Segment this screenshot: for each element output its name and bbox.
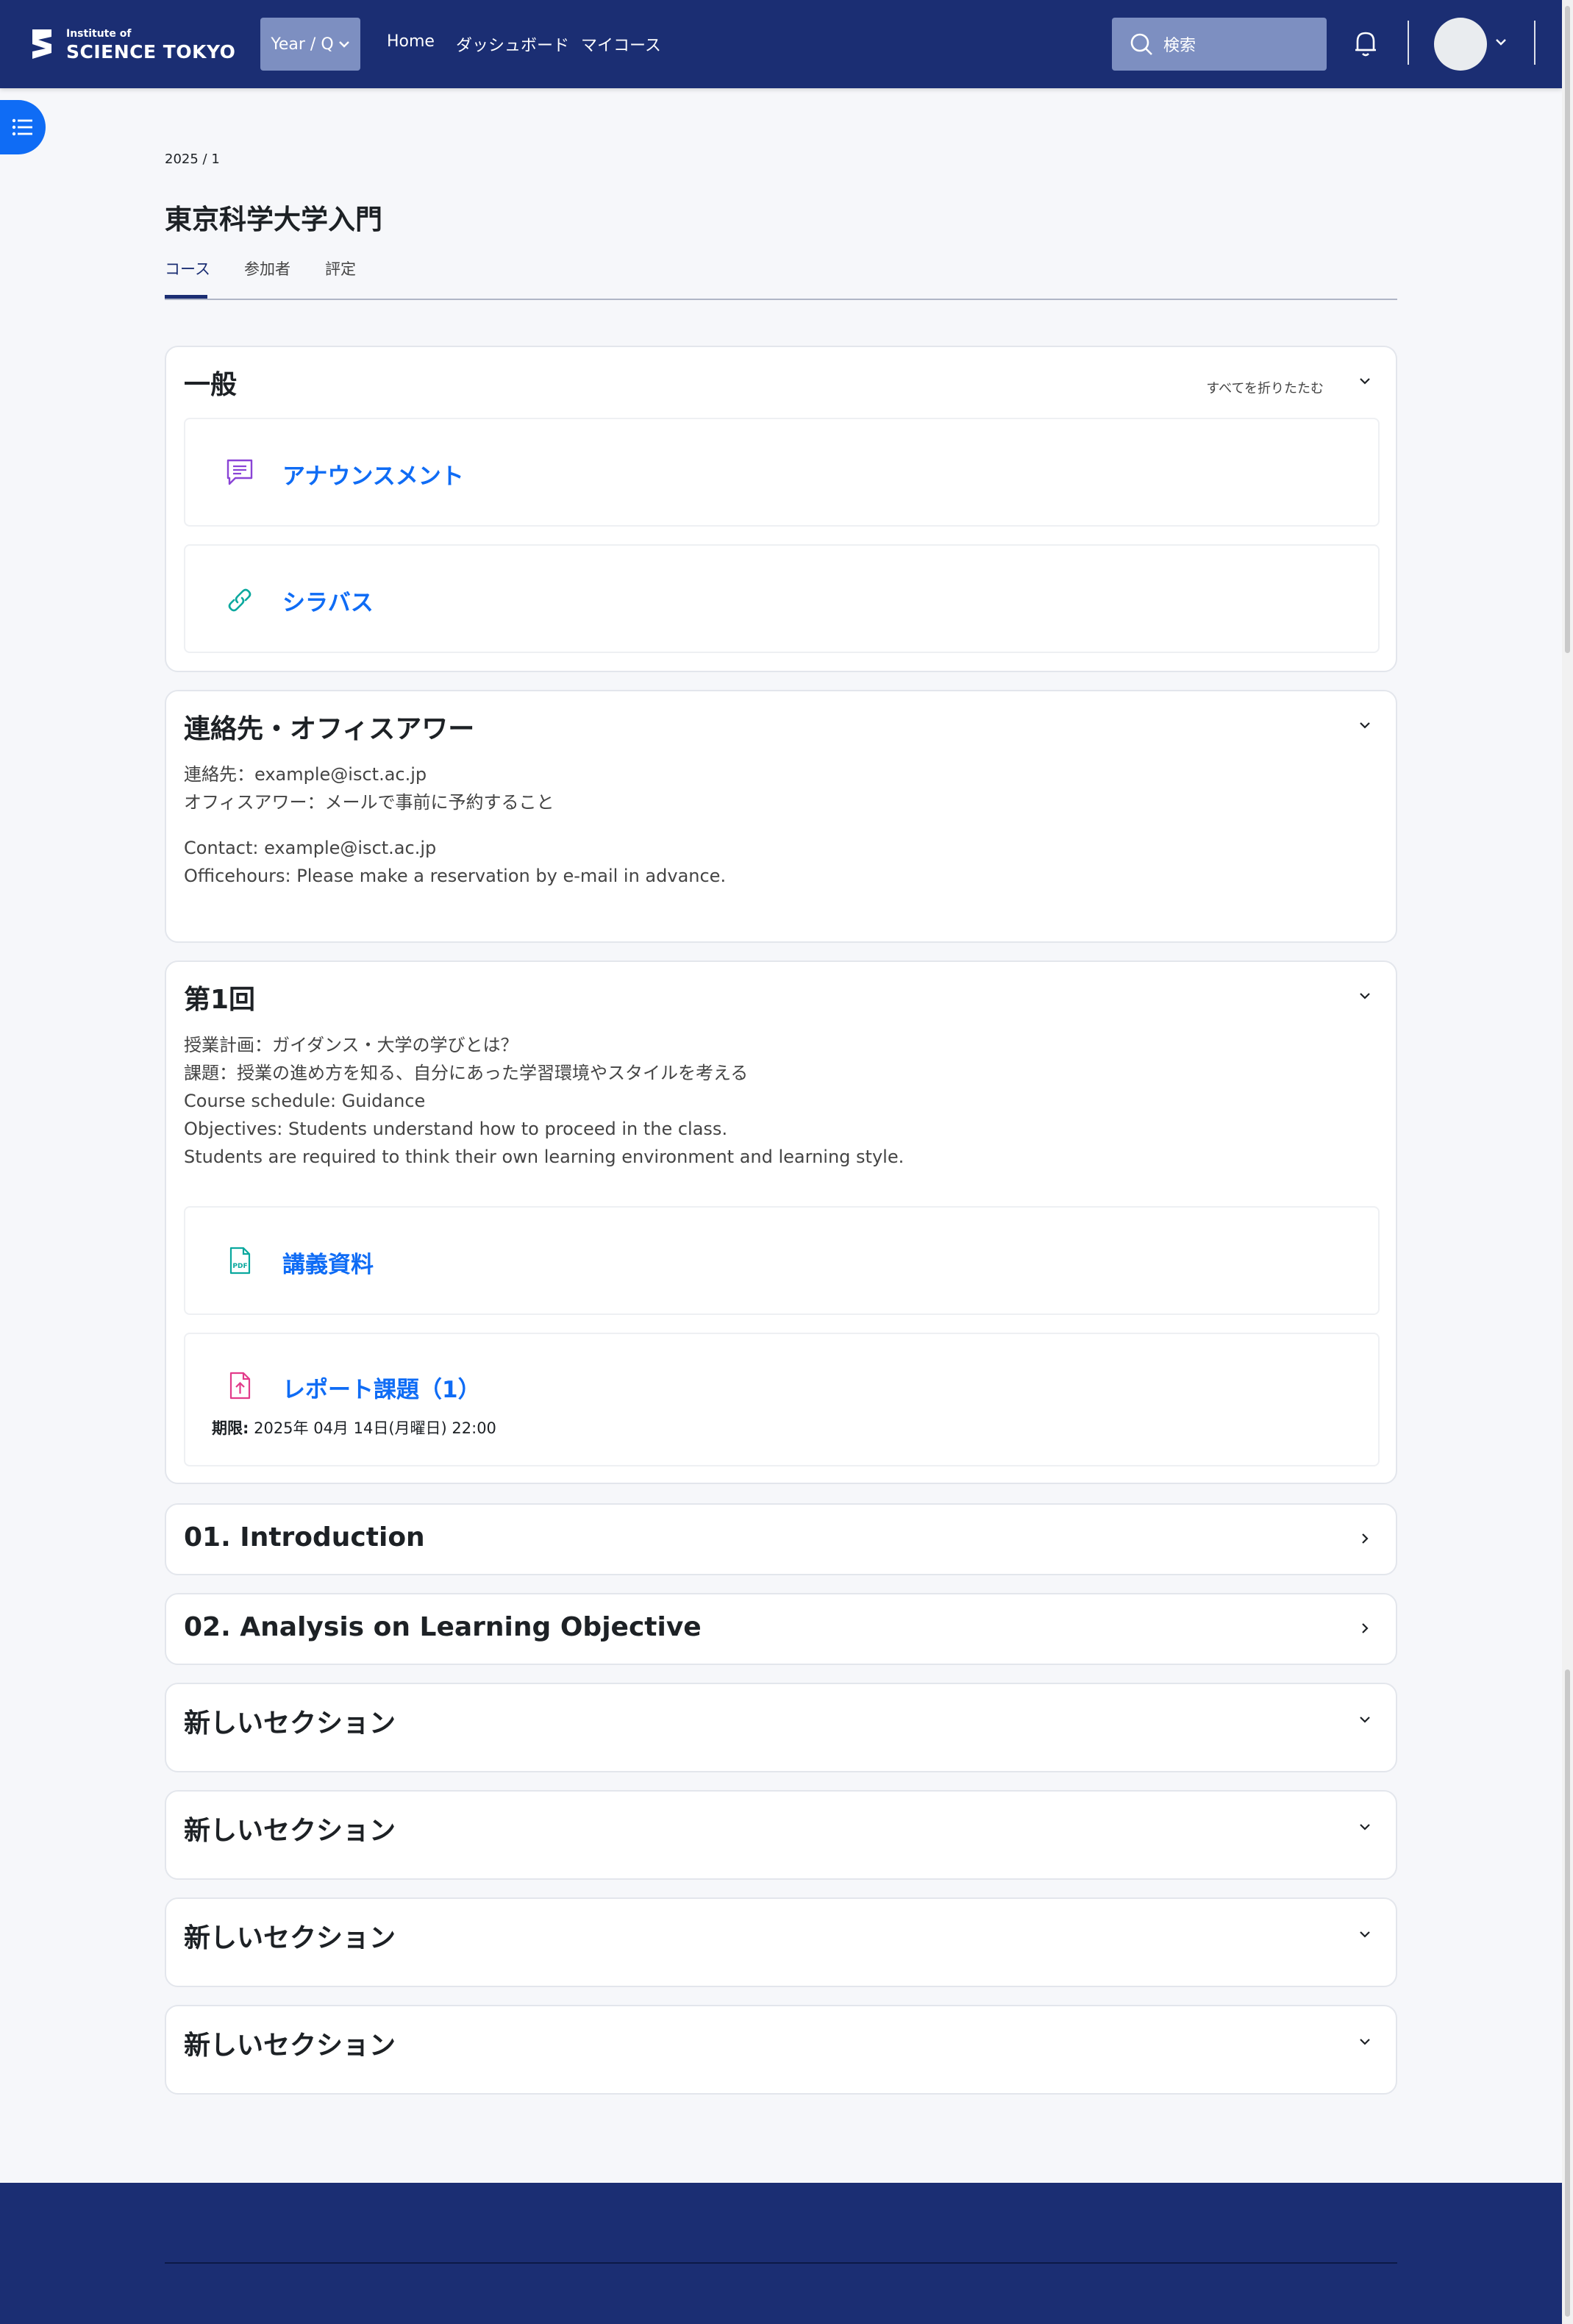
course-tabs: コース 参加者 評定 (165, 257, 1397, 300)
activity-link[interactable]: アナウンスメント (282, 457, 464, 491)
scrollbar-thumb[interactable] (1565, 6, 1570, 653)
section-title[interactable]: 一般 (184, 363, 237, 402)
activity-announcements[interactable]: アナウンスメント (184, 418, 1380, 527)
nav-dashboard-link[interactable]: ダッシュボード (456, 32, 569, 56)
svg-text:PDF: PDF (232, 1263, 247, 1270)
search-input[interactable]: 検索 (1112, 18, 1327, 71)
link-icon (228, 588, 252, 612)
summary-line: Contact: example@isct.ac.jp (184, 838, 437, 858)
tab-course[interactable]: コース (165, 257, 210, 279)
deadline-value: 2025年 04月 14日(月曜日) 22:00 (254, 1419, 496, 1437)
summary-line: 授業計画：ガイダンス・大学の学びとは？ (184, 1035, 518, 1055)
section-title[interactable]: 新しいセクション (184, 1702, 396, 1740)
activity-report-assignment[interactable]: レポート課題（1） 期限: 2025年 04月 14日(月曜日) 22:00 (184, 1333, 1380, 1466)
search-icon (1130, 33, 1152, 55)
summary-line: Officehours: Please make a reservation b… (184, 866, 727, 886)
section-new-1: 新しいセクション (165, 1683, 1397, 1772)
notification-bell-icon[interactable] (1353, 29, 1378, 57)
chevron-down-icon[interactable] (1358, 1927, 1372, 1942)
year-quarter-label: Year / Q (271, 35, 334, 54)
section-week-1: 第1回 授業計画：ガイダンス・大学の学びとは？ 課題：授業の進め方を知る、自分に… (165, 960, 1397, 1484)
section-title[interactable]: 新しいセクション (184, 1917, 396, 1955)
summary-line: Students are required to think their own… (184, 1147, 905, 1167)
pdf-file-icon: PDF (229, 1247, 251, 1275)
forum-icon (227, 459, 253, 485)
summary-line: オフィスアワー：メールで事前に予約すること (184, 792, 554, 813)
chevron-right-icon[interactable] (1358, 1531, 1372, 1546)
search-placeholder: 検索 (1163, 37, 1196, 55)
activity-link[interactable]: レポート課題（1） (282, 1371, 481, 1404)
section-new-2: 新しいセクション (165, 1790, 1397, 1880)
chevron-down-icon (338, 41, 349, 48)
chevron-down-icon[interactable] (1358, 718, 1372, 733)
section-title[interactable]: 01. Introduction (184, 1522, 425, 1553)
summary-line: 連絡先：example@isct.ac.jp (184, 764, 427, 785)
section-title[interactable]: 連絡先・オフィスアワー (184, 707, 474, 746)
chevron-down-icon[interactable] (1358, 374, 1372, 388)
nav-home-link[interactable]: Home (387, 32, 435, 51)
activity-link[interactable]: シラバス (282, 584, 374, 617)
assignment-deadline: 期限: 2025年 04月 14日(月曜日) 22:00 (212, 1416, 496, 1439)
section-summary: 連絡先：example@isct.ac.jp オフィスアワー：メールで事前に予約… (184, 760, 726, 890)
logo-text-big: SCIENCE TOKYO (66, 41, 236, 63)
nav-my-courses-link[interactable]: マイコース (581, 32, 661, 56)
activity-link[interactable]: 講義資料 (282, 1246, 374, 1279)
page-footer (0, 2183, 1562, 2324)
tab-participants[interactable]: 参加者 (244, 257, 290, 279)
section-contact: 連絡先・オフィスアワー 連絡先：example@isct.ac.jp オフィスア… (165, 690, 1397, 943)
summary-line: Course schedule: Guidance (184, 1091, 426, 1111)
year-quarter-dropdown[interactable]: Year / Q (260, 18, 360, 71)
activity-lecture-materials[interactable]: PDF 講義資料 (184, 1206, 1380, 1315)
course-index-toggle-button[interactable] (0, 100, 46, 154)
navbar-divider (1534, 21, 1535, 65)
chevron-down-icon[interactable] (1358, 1712, 1372, 1727)
navbar-divider (1408, 21, 1409, 65)
section-new-4: 新しいセクション (165, 2005, 1397, 2095)
deadline-label: 期限: (212, 1419, 249, 1437)
chevron-down-icon[interactable] (1494, 37, 1508, 47)
tab-grades[interactable]: 評定 (325, 257, 356, 279)
top-navbar: Institute of SCIENCE TOKYO Year / Q Home… (0, 0, 1562, 88)
section-analysis-learning-objective[interactable]: 02. Analysis on Learning Objective (165, 1593, 1397, 1665)
summary-line: Objectives: Students understand how to p… (184, 1119, 728, 1139)
site-logo[interactable]: Institute of SCIENCE TOKYO (26, 26, 235, 63)
section-introduction[interactable]: 01. Introduction (165, 1503, 1397, 1575)
chevron-down-icon[interactable] (1358, 2034, 1372, 2049)
list-icon (12, 118, 32, 136)
activity-syllabus[interactable]: シラバス (184, 544, 1380, 653)
assignment-upload-icon (229, 1372, 251, 1400)
active-tab-indicator (165, 295, 207, 299)
section-title[interactable]: 第1回 (184, 978, 255, 1016)
page-title: 東京科学大学入門 (165, 204, 382, 235)
section-title[interactable]: 新しいセクション (184, 1809, 396, 1847)
user-avatar[interactable] (1434, 18, 1487, 71)
science-tokyo-logo-icon (32, 29, 51, 59)
chevron-down-icon[interactable] (1358, 1819, 1372, 1834)
logo-text-small: Institute of (66, 28, 132, 40)
section-new-3: 新しいセクション (165, 1897, 1397, 1987)
section-summary: 授業計画：ガイダンス・大学の学びとは？ 課題：授業の進め方を知る、自分にあった学… (184, 1031, 904, 1171)
section-general: 一般 すべてを折りたたむ アナウンスメント シラバス (165, 346, 1397, 672)
breadcrumb[interactable]: 2025 / 1 (165, 152, 220, 167)
chevron-right-icon[interactable] (1358, 1621, 1372, 1636)
scrollbar-thumb[interactable] (1565, 1669, 1570, 2317)
section-title[interactable]: 新しいセクション (184, 2024, 396, 2062)
summary-line: 課題：授業の進め方を知る、自分にあった学習環境やスタイルを考える (184, 1063, 749, 1083)
footer-divider (165, 2262, 1397, 2264)
collapse-all-link[interactable]: すべてを折りたたむ (1206, 378, 1324, 397)
chevron-down-icon[interactable] (1358, 988, 1372, 1003)
page-scrollbar[interactable] (1562, 0, 1573, 2324)
section-title[interactable]: 02. Analysis on Learning Objective (184, 1612, 702, 1642)
